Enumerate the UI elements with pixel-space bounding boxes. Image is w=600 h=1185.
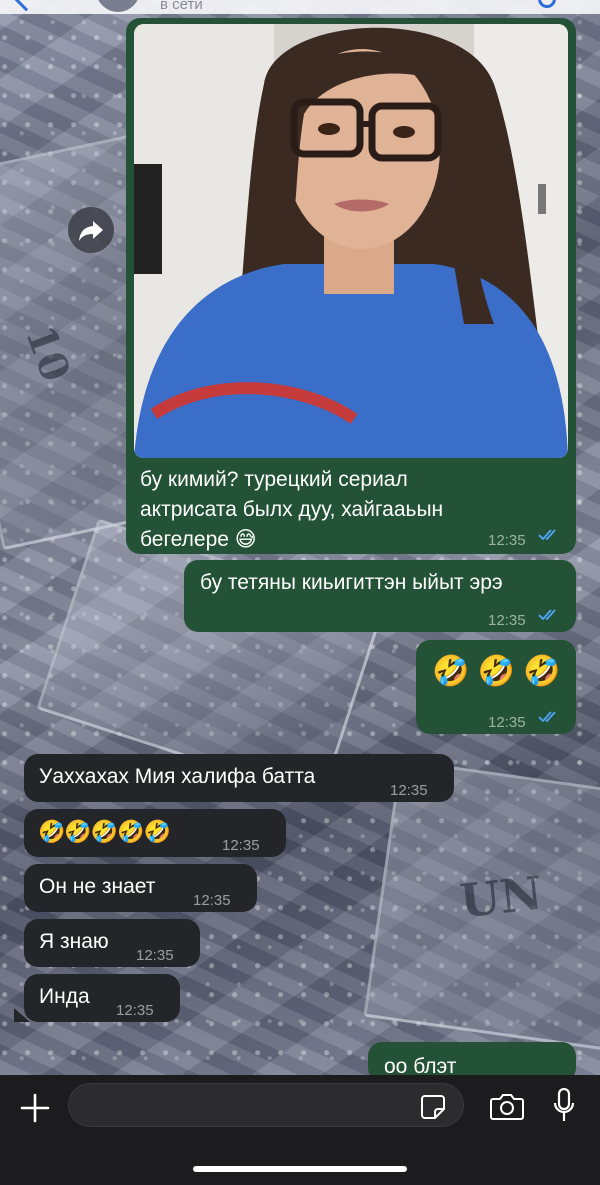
message-time: 12:35 <box>390 782 428 799</box>
message-input[interactable] <box>68 1083 464 1127</box>
message-bubble[interactable]: бу тетяны киьигиттэн ыйыт эрэ 12:35 <box>184 560 576 632</box>
contact-status: в сети <box>160 0 203 13</box>
message-time: 12:35 <box>222 837 260 854</box>
plus-icon[interactable] <box>20 1093 50 1123</box>
message-time: 12:35 <box>488 714 526 731</box>
message-bubble[interactable]: 🤣🤣🤣🤣🤣 12:35 <box>24 809 286 857</box>
sticker-icon[interactable] <box>420 1094 446 1120</box>
message-bubble[interactable]: Он не знает 12:35 <box>24 864 257 912</box>
microphone-icon[interactable] <box>553 1088 575 1124</box>
double-check-icon <box>538 711 556 723</box>
forward-button[interactable] <box>68 207 114 253</box>
message-time: 12:35 <box>488 612 526 629</box>
photo-illustration <box>134 24 568 458</box>
message-time: 12:35 <box>116 1002 154 1019</box>
camera-icon[interactable] <box>490 1092 524 1120</box>
message-bubble[interactable]: Уаххахах Мия халифа батта 12:35 <box>24 754 454 802</box>
message-text: бу тетяны киьигиттэн ыйыт эрэ <box>200 571 503 594</box>
double-check-icon <box>538 529 556 541</box>
message-image[interactable] <box>134 24 568 458</box>
message-text: Инда <box>39 985 90 1008</box>
caption-line: актрисата былх дуу, хайгааьын <box>140 498 444 521</box>
double-check-icon <box>538 609 556 621</box>
wallpaper-decor: UN <box>457 865 545 929</box>
message-bubble[interactable]: Я знаю 12:35 <box>24 919 200 967</box>
message-time: 12:35 <box>488 532 526 549</box>
forward-arrow-icon <box>79 221 103 241</box>
avatar[interactable] <box>96 0 140 12</box>
message-text: Он не знает <box>39 875 156 898</box>
message-bubble[interactable]: Инда 12:35 <box>24 974 180 1022</box>
message-bubble[interactable]: 🤣 🤣 🤣 12:35 <box>416 640 576 734</box>
message-time: 12:35 <box>193 892 231 909</box>
chevron-left-icon[interactable] <box>14 0 38 12</box>
message-text: 🤣 🤣 🤣 <box>432 655 561 688</box>
message-photo[interactable]: бу кимий? турецкий сериал актрисата былх… <box>126 18 576 554</box>
message-text: Уаххахах Мия халифа батта <box>39 765 316 788</box>
chat-header: в сети <box>0 0 600 14</box>
caption-line: бу кимий? турецкий сериал <box>140 468 408 491</box>
call-icon[interactable] <box>538 0 556 8</box>
message-time: 12:35 <box>136 947 174 964</box>
home-indicator <box>193 1166 407 1172</box>
message-text: Я знаю <box>39 930 109 953</box>
message-text: 🤣🤣🤣🤣🤣 <box>38 819 171 844</box>
